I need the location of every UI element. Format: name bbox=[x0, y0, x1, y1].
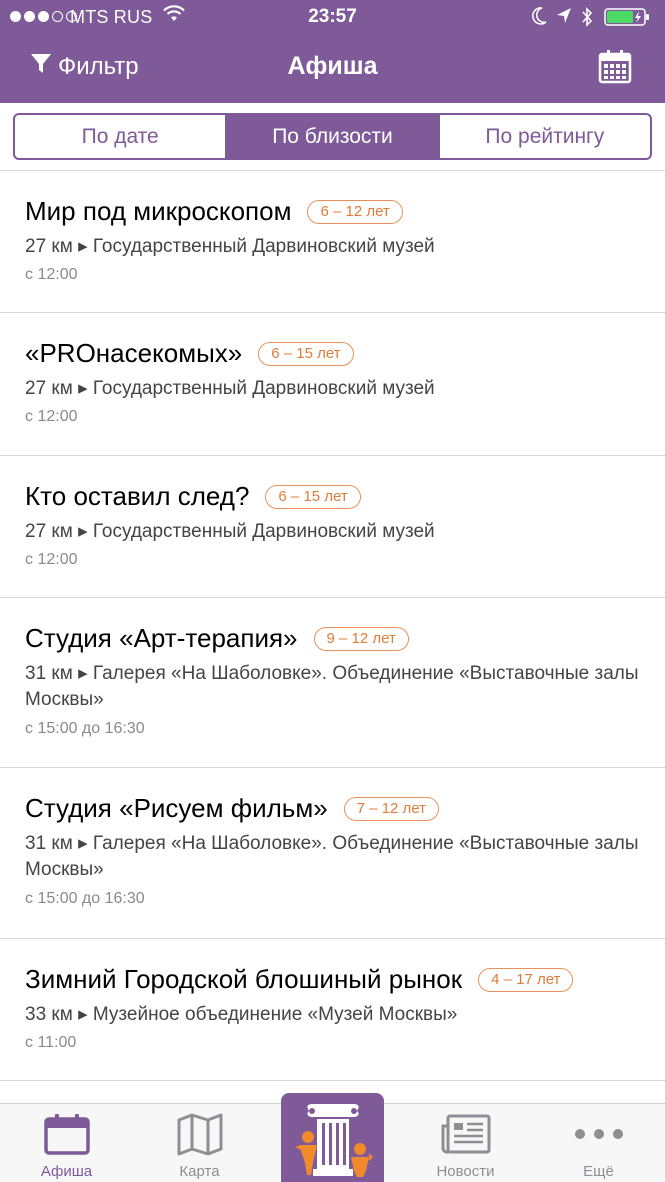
map-icon bbox=[176, 1112, 224, 1161]
top-bar: MTS RUS 23:57 Фильтр Афиша bbox=[0, 0, 665, 103]
event-title-row: Кто оставил след? 6 – 15 лет bbox=[25, 481, 361, 512]
calendar-icon bbox=[43, 1112, 91, 1161]
event-list: Мир под микроскопом 6 – 12 лет 27 км ▸ Г… bbox=[0, 171, 665, 1081]
event-time: с 12:00 bbox=[25, 408, 78, 425]
list-item[interactable]: Студия «Рисуем фильм» 7 – 12 лет 31 км ▸… bbox=[0, 768, 665, 939]
event-time: с 12:00 bbox=[25, 551, 78, 568]
news-icon bbox=[440, 1112, 492, 1161]
calendar-icon bbox=[598, 50, 632, 88]
age-badge: 6 – 15 лет bbox=[258, 341, 354, 366]
sort-segmented-control: По дате По близости По рейтингу bbox=[13, 113, 652, 160]
event-title-row: Студия «Арт-терапия» 9 – 12 лет bbox=[25, 623, 409, 654]
event-title: Студия «Арт-терапия» bbox=[25, 623, 298, 653]
event-title: Зимний Городской блошиный рынок bbox=[25, 964, 463, 994]
location-icon bbox=[556, 7, 572, 30]
event-time: с 11:00 bbox=[25, 1034, 77, 1051]
age-badge: 4 – 17 лет bbox=[478, 967, 574, 992]
event-time: с 15:00 до 16:30 bbox=[25, 890, 145, 907]
segment-by-rating[interactable]: По рейтингу bbox=[437, 115, 650, 158]
more-icon bbox=[572, 1112, 626, 1161]
tab-more-label: Ещё bbox=[583, 1163, 614, 1180]
event-title-row: «PROнасекомых» 6 – 15 лет bbox=[25, 338, 354, 369]
tab-more[interactable]: Ещё bbox=[532, 1104, 665, 1182]
tab-map-label: Карта bbox=[179, 1163, 220, 1180]
age-badge: 9 – 12 лет bbox=[313, 626, 409, 651]
filter-icon bbox=[30, 52, 52, 81]
event-place: 33 км ▸ Музейное объединение «Музей Моск… bbox=[25, 1004, 458, 1025]
list-item[interactable]: Кто оставил след? 6 – 15 лет 27 км ▸ Гос… bbox=[0, 456, 665, 598]
event-title-row: Мир под микроскопом 6 – 12 лет bbox=[25, 196, 403, 227]
segment-by-distance[interactable]: По близости bbox=[225, 115, 438, 158]
event-title: Мир под микроскопом bbox=[25, 196, 292, 226]
event-title: Студия «Рисуем фильм» bbox=[25, 793, 328, 823]
age-badge: 6 – 15 лет bbox=[265, 484, 361, 509]
event-time: с 15:00 до 16:30 bbox=[25, 720, 145, 737]
event-place: 27 км ▸ Государственный Дарвиновский муз… bbox=[25, 378, 435, 399]
event-title-row: Студия «Рисуем фильм» 7 – 12 лет bbox=[25, 793, 440, 824]
event-title: Кто оставил след? bbox=[25, 481, 250, 511]
tab-map[interactable]: Карта bbox=[133, 1104, 266, 1182]
museum-icon bbox=[291, 1101, 375, 1182]
tab-afisha[interactable]: Афиша bbox=[0, 1104, 133, 1182]
tab-museum-center[interactable] bbox=[281, 1093, 384, 1182]
segment-by-date[interactable]: По дате bbox=[15, 115, 225, 158]
age-badge: 6 – 12 лет bbox=[307, 199, 403, 224]
filter-label: Фильтр bbox=[58, 52, 139, 80]
age-badge: 7 – 12 лет bbox=[343, 796, 440, 821]
calendar-button[interactable] bbox=[598, 48, 632, 89]
list-item[interactable]: Зимний Городской блошиный рынок 4 – 17 л… bbox=[0, 939, 665, 1081]
event-time: с 12:00 bbox=[25, 266, 78, 283]
event-title: «PROнасекомых» bbox=[25, 338, 243, 368]
tab-news-label: Новости bbox=[436, 1163, 495, 1180]
event-place: 27 км ▸ Государственный Дарвиновский муз… bbox=[25, 521, 435, 542]
event-place: 27 км ▸ Государственный Дарвиновский муз… bbox=[25, 236, 435, 257]
list-item[interactable]: «PROнасекомых» 6 – 15 лет 27 км ▸ Госуда… bbox=[0, 313, 665, 456]
list-item[interactable]: Мир под микроскопом 6 – 12 лет 27 км ▸ Г… bbox=[0, 171, 665, 313]
status-bar: MTS RUS 23:57 bbox=[0, 0, 665, 36]
filter-button[interactable]: Фильтр bbox=[30, 52, 139, 81]
tab-news[interactable]: Новости bbox=[399, 1104, 532, 1182]
event-place: 31 км ▸ Галерея «На Шаболовке». Объедине… bbox=[25, 833, 639, 880]
tab-afisha-label: Афиша bbox=[40, 1163, 93, 1180]
do-not-disturb-icon bbox=[531, 6, 547, 31]
battery-icon bbox=[604, 8, 654, 26]
bluetooth-icon bbox=[580, 6, 594, 33]
event-title-row: Зимний Городской блошиный рынок 4 – 17 л… bbox=[25, 964, 574, 995]
list-item[interactable]: Студия «Арт-терапия» 9 – 12 лет 31 км ▸ … bbox=[0, 598, 665, 768]
app-screen: MTS RUS 23:57 Фильтр Афиша По дате По бл… bbox=[0, 0, 665, 1182]
event-place: 31 км ▸ Галерея «На Шаболовке». Объедине… bbox=[25, 663, 639, 710]
